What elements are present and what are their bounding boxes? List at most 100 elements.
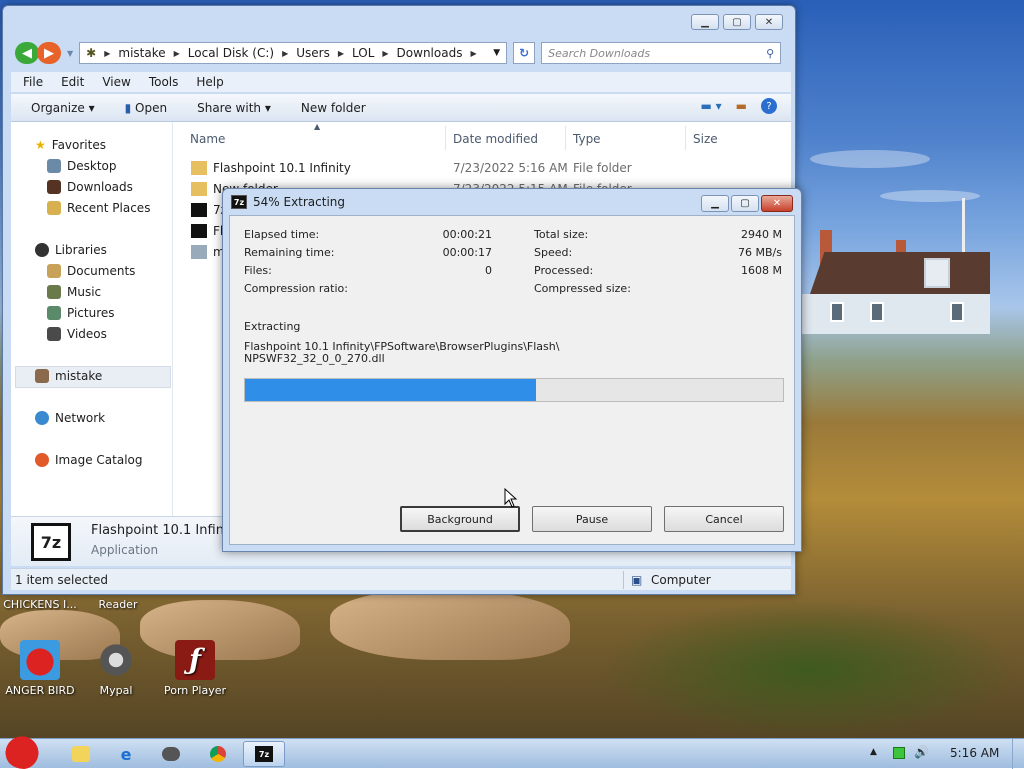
nav-label: Image Catalog (55, 453, 143, 467)
status-location: Computer (651, 572, 711, 587)
pause-button[interactable]: Pause (532, 506, 652, 532)
view-options-icon[interactable]: ▬ ▾ (700, 99, 721, 113)
star-icon: ★ (35, 138, 46, 152)
desktop-icon-angry-bird[interactable]: ANGER BIRD (0, 640, 80, 697)
breadcrumb-mistake[interactable]: mistake (118, 46, 165, 60)
menu-edit[interactable]: Edit (61, 75, 84, 89)
7zip-icon: 7z (31, 523, 71, 561)
start-button-angry-bird-icon[interactable] (4, 733, 44, 769)
file-date: 7/23/2022 5:16 AM (453, 161, 568, 175)
mouse-cursor-icon (504, 488, 518, 508)
recent-pages-chevron-icon[interactable]: ▼ (67, 49, 73, 58)
command-bar: Organize ▾ ▮ Open Share with ▾ New folde… (11, 94, 791, 122)
share-with-button[interactable]: Share with ▾ (197, 101, 271, 115)
cancel-button[interactable]: Cancel (664, 506, 784, 532)
help-icon[interactable]: ? (761, 98, 777, 114)
nav-label: Music (67, 285, 102, 299)
minimize-button[interactable]: ▁ (691, 14, 719, 30)
taskbar-7zip-icon[interactable]: 7z (243, 741, 285, 767)
nav-documents[interactable]: Documents (47, 264, 135, 278)
tray-expand-icon[interactable]: ▲ (870, 747, 877, 757)
organize-button[interactable]: Organize ▾ (31, 101, 95, 115)
preview-pane-icon[interactable]: ▬ (736, 99, 747, 113)
desktop-icon-reader[interactable]: Reader (78, 598, 158, 611)
downloads-icon (47, 180, 61, 194)
column-size[interactable]: Size (693, 132, 718, 146)
remaining-label: Remaining time: (244, 246, 335, 259)
7zip-icon (191, 203, 207, 217)
music-icon (47, 285, 61, 299)
compressed-size-label: Compressed size: (534, 282, 631, 295)
network-icon (35, 411, 49, 425)
dialog-title: 54% Extracting (253, 195, 346, 209)
nav-desktop[interactable]: Desktop (47, 159, 117, 173)
cloud (880, 190, 980, 202)
nav-image-catalog[interactable]: Image Catalog (35, 453, 142, 467)
nav-label: Documents (67, 264, 136, 278)
7zip-icon (191, 224, 207, 238)
taskbar-ie-icon[interactable]: e (105, 741, 147, 767)
new-folder-button[interactable]: New folder (301, 101, 366, 115)
nav-downloads[interactable]: Downloads (47, 180, 133, 194)
tray-volume-icon[interactable]: 🔊 (914, 745, 929, 759)
search-input[interactable]: Search Downloads ⚲ (541, 42, 782, 64)
image-catalog-icon (35, 453, 49, 467)
nav-user-mistake[interactable]: mistake (35, 369, 102, 383)
taskbar-clock[interactable]: 5:16 AM (950, 746, 999, 760)
breadcrumb-lol[interactable]: LOL (352, 46, 374, 60)
menu-view[interactable]: View (102, 75, 130, 89)
desktop-icon-chickens[interactable]: CHICKENS I... (0, 598, 80, 611)
dialog-minimize-button[interactable]: ▁ (701, 195, 729, 212)
ratio-label: Compression ratio: (244, 282, 348, 295)
nav-recent-places[interactable]: Recent Places (47, 201, 150, 215)
open-button[interactable]: ▮ Open (125, 101, 168, 115)
house (800, 230, 990, 340)
column-headers: Name ▲ Date modified Type Size (181, 122, 791, 152)
desktop-icon-porn-player[interactable]: ƒ Porn Player (155, 640, 235, 697)
forward-arrow-icon[interactable]: ▶ (37, 42, 61, 64)
nav-favorites[interactable]: ★ Favorites (35, 138, 106, 152)
nav-label: Pictures (67, 306, 115, 320)
rock (330, 590, 570, 660)
open-label: Open (135, 100, 168, 115)
taskbar-explorer-icon[interactable] (60, 741, 102, 767)
bushes (600, 600, 1020, 740)
column-type[interactable]: Type (573, 132, 601, 146)
address-dropdown-icon[interactable]: ▼ (493, 48, 500, 58)
details-file-type: Application (91, 543, 159, 557)
taskbar-mypal-icon[interactable] (150, 741, 192, 767)
taskbar-chrome-icon[interactable] (197, 741, 239, 767)
menu-help[interactable]: Help (196, 75, 223, 89)
breadcrumb-users[interactable]: Users (296, 46, 330, 60)
installer-icon (191, 245, 207, 259)
computer-icon: ▣ (631, 572, 643, 587)
breadcrumb-downloads[interactable]: Downloads (397, 46, 463, 60)
column-name[interactable]: Name (190, 132, 225, 146)
tray-battery-icon[interactable] (893, 747, 905, 759)
dialog-close-button[interactable]: ✕ (761, 195, 793, 212)
close-button[interactable]: ✕ (755, 14, 783, 30)
nav-label: Recent Places (67, 201, 151, 215)
elapsed-value: 00:00:21 (442, 228, 492, 241)
file-row[interactable]: Flashpoint 10.1 Infinity 7/23/2022 5:16 … (191, 158, 751, 178)
dialog-maximize-button[interactable]: ▢ (731, 195, 759, 212)
background-button[interactable]: Background (400, 506, 520, 532)
taskbar: e 7z ▲ 🔊 5:16 AM (0, 733, 1024, 769)
menu-file[interactable]: File (23, 75, 43, 89)
menu-tools[interactable]: Tools (149, 75, 179, 89)
back-arrow-icon[interactable]: ◀ (15, 42, 39, 64)
nav-libraries[interactable]: Libraries (35, 243, 107, 257)
documents-icon (47, 264, 61, 278)
address-bar[interactable]: ✱ ▶ mistake ▶ Local Disk (C:) ▶ Users ▶ LOL … (79, 42, 508, 64)
desktop-icon-mypal[interactable]: Mypal (76, 640, 156, 697)
maximize-button[interactable]: ▢ (723, 14, 751, 30)
show-desktop-button[interactable] (1012, 739, 1024, 769)
nav-music[interactable]: Music (47, 285, 101, 299)
refresh-icon[interactable]: ↻ (513, 42, 536, 64)
nav-network[interactable]: Network (35, 411, 105, 425)
recent-places-icon (47, 201, 61, 215)
nav-videos[interactable]: Videos (47, 327, 107, 341)
breadcrumb-local-disk[interactable]: Local Disk (C:) (188, 46, 274, 60)
column-date-modified[interactable]: Date modified (453, 132, 538, 146)
nav-pictures[interactable]: Pictures (47, 306, 115, 320)
